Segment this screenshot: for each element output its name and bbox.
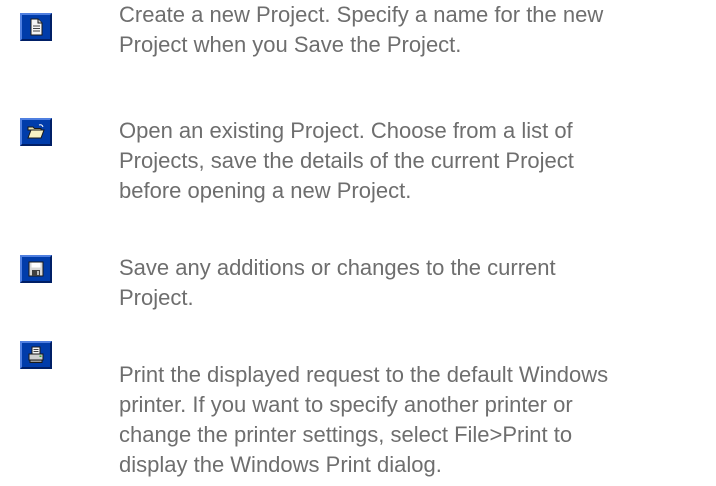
help-text-print: Print the displayed request to the defau… — [119, 362, 609, 477]
help-text-open: Open an existing Project. Choose from a … — [119, 118, 574, 203]
save-disk-icon — [20, 255, 52, 283]
help-text-save: Save any additions or changes to the cur… — [119, 255, 556, 310]
help-text-new: Create a new Project. Specify a name for… — [119, 2, 604, 57]
new-document-icon — [20, 13, 52, 41]
open-folder-icon — [20, 118, 52, 146]
printer-icon — [20, 341, 52, 369]
